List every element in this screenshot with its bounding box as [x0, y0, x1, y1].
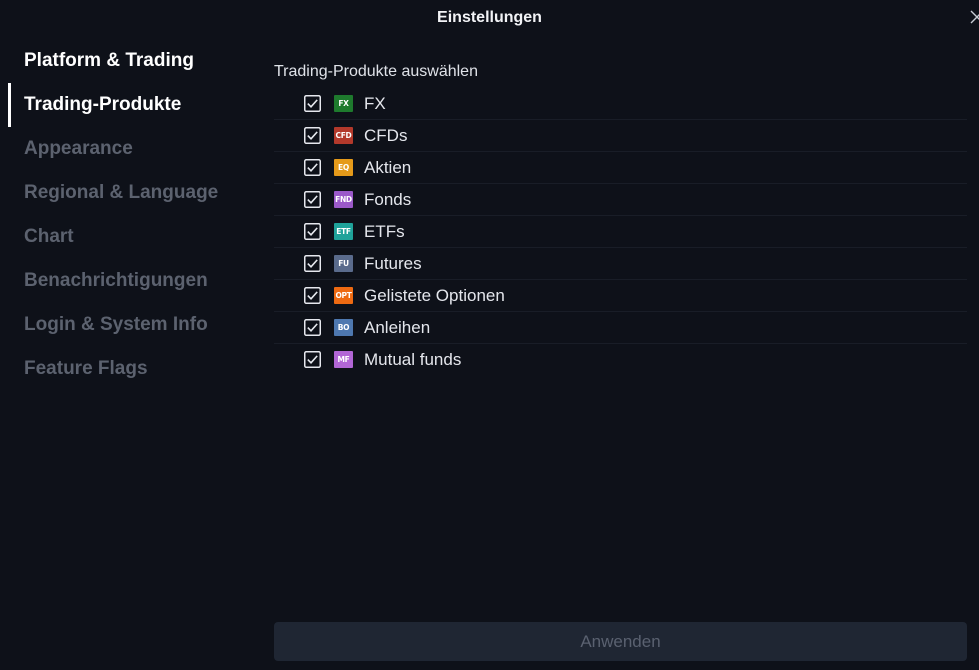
mutual-funds-label: Mutual funds — [364, 350, 462, 369]
trading-products-panel: Trading-Produkte auswählen FX FX CFD CFD… — [274, 56, 967, 376]
fx-label: FX — [364, 94, 386, 113]
settings-dialog: Einstellungen Platform & Trading Trading… — [0, 0, 979, 670]
bo-badge: BO — [334, 319, 353, 336]
anleihen-label: Anleihen — [364, 318, 431, 337]
checkbox-checked-icon — [304, 287, 321, 304]
product-row-cfds[interactable]: CFD CFDs — [274, 120, 967, 152]
product-row-mutual-funds[interactable]: MF Mutual funds — [274, 344, 967, 376]
opt-badge: OPT — [334, 287, 353, 304]
sidebar-item-trading-produkte[interactable]: Trading-Produkte — [0, 83, 250, 127]
sidebar-item-chart[interactable]: Chart — [0, 215, 250, 259]
cfds-label: CFDs — [364, 126, 408, 145]
mutual-funds-checkbox[interactable] — [304, 351, 321, 368]
checkbox-checked-icon — [304, 127, 321, 144]
checkbox-checked-icon — [304, 223, 321, 240]
checkbox-checked-icon — [304, 255, 321, 272]
futures-label: Futures — [364, 254, 422, 273]
optionen-checkbox[interactable] — [304, 287, 321, 304]
aktien-checkbox[interactable] — [304, 159, 321, 176]
product-row-etfs[interactable]: ETF ETFs — [274, 216, 967, 248]
cfd-badge: CFD — [334, 127, 353, 144]
checkbox-checked-icon — [304, 191, 321, 208]
sidebar-item-platform-trading[interactable]: Platform & Trading — [0, 39, 250, 83]
checkbox-checked-icon — [304, 351, 321, 368]
etfs-checkbox[interactable] — [304, 223, 321, 240]
mf-badge: MF — [334, 351, 353, 368]
product-row-gelistete-optionen[interactable]: OPT Gelistete Optionen — [274, 280, 967, 312]
checkbox-checked-icon — [304, 159, 321, 176]
futures-checkbox[interactable] — [304, 255, 321, 272]
product-row-fonds[interactable]: FND Fonds — [274, 184, 967, 216]
product-row-fx[interactable]: FX FX — [274, 88, 967, 120]
product-row-aktien[interactable]: EQ Aktien — [274, 152, 967, 184]
optionen-label: Gelistete Optionen — [364, 286, 505, 305]
fx-badge: FX — [334, 95, 353, 112]
product-row-futures[interactable]: FU Futures — [274, 248, 967, 280]
aktien-label: Aktien — [364, 158, 412, 177]
etf-badge: ETF — [334, 223, 353, 240]
fnd-badge: FND — [334, 191, 353, 208]
checkbox-checked-icon — [304, 319, 321, 336]
sidebar-item-feature-flags[interactable]: Feature Flags — [0, 347, 250, 391]
cfds-checkbox[interactable] — [304, 127, 321, 144]
anleihen-checkbox[interactable] — [304, 319, 321, 336]
eq-badge: EQ — [334, 159, 353, 176]
close-button[interactable] — [969, 8, 979, 26]
settings-sidebar: Platform & Trading Trading-Produkte Appe… — [0, 39, 250, 391]
fonds-checkbox[interactable] — [304, 191, 321, 208]
sidebar-item-benachrichtigungen[interactable]: Benachrichtigungen — [0, 259, 250, 303]
sidebar-item-regional-language[interactable]: Regional & Language — [0, 171, 250, 215]
fu-badge: FU — [334, 255, 353, 272]
dialog-title: Einstellungen — [437, 9, 542, 26]
close-icon — [970, 10, 979, 24]
etfs-label: ETFs — [364, 222, 405, 241]
apply-button[interactable]: Anwenden — [274, 622, 967, 661]
sidebar-item-login-system-info[interactable]: Login & System Info — [0, 303, 250, 347]
fonds-label: Fonds — [364, 190, 412, 209]
fx-checkbox[interactable] — [304, 95, 321, 112]
product-list: FX FX CFD CFDs EQ Aktien FND Fonds ETF E… — [274, 88, 967, 376]
product-row-anleihen[interactable]: BO Anleihen — [274, 312, 967, 344]
section-title: Trading-Produkte auswählen — [274, 63, 478, 80]
checkbox-checked-icon — [304, 95, 321, 112]
sidebar-item-appearance[interactable]: Appearance — [0, 127, 250, 171]
